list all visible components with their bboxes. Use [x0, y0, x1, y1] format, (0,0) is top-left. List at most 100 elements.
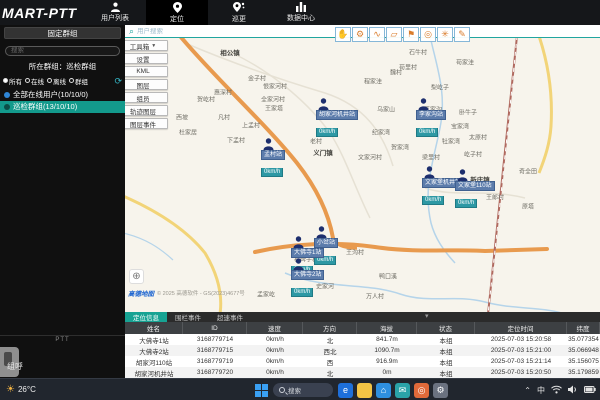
group-label: 巡检群组(13/10/10): [13, 101, 77, 112]
search-icon: ⌕: [129, 27, 134, 36]
menu-item-label: 工具箱: [130, 41, 150, 51]
group-label: 全部在线用户(10/10/0): [13, 89, 88, 100]
radio-icon: [25, 78, 30, 83]
pan-hand-icon[interactable]: ✋: [335, 27, 351, 42]
table-cell: 0km/h: [247, 356, 303, 367]
tab-fence-events[interactable]: 围栏事件: [167, 312, 209, 322]
ptt-panel-label[interactable]: PTT: [0, 337, 125, 343]
tray-chevron-icon[interactable]: ⌃: [524, 386, 531, 395]
filter-radio[interactable]: 在线: [25, 76, 44, 86]
menu-item-2[interactable]: KML: [125, 66, 168, 77]
map-canvas[interactable]: 相公镇石牛村苟家洼苟里村魏村程家洼金子村恨家河村全家河村王家塔惠深村贺屹村乌家山…: [125, 38, 600, 312]
user-marker[interactable]: 文家堡110站0km/h: [455, 169, 495, 209]
place-label: 杜家居: [179, 128, 197, 137]
wifi-icon[interactable]: [551, 385, 562, 396]
marker-speed-label: 0km/h: [455, 199, 477, 208]
menu-item-6[interactable]: 图层事件: [125, 118, 168, 129]
menu-item-5[interactable]: 轨迹图层: [125, 105, 168, 116]
tab-overspeed-events[interactable]: 超速事件: [209, 312, 251, 322]
edge-icon[interactable]: e: [338, 383, 353, 398]
radio-icon: [69, 78, 74, 83]
start-button[interactable]: [255, 384, 268, 397]
group-list-item[interactable]: 巡检群组(13/10/10): [0, 101, 125, 113]
circle-icon[interactable]: ◎: [420, 27, 436, 42]
column-header: 方向: [303, 322, 357, 334]
person-icon: [318, 98, 329, 110]
filter-radio[interactable]: 离线: [47, 76, 66, 86]
menu-item-4[interactable]: 组员: [125, 92, 168, 103]
app-logo: MART-PTT: [0, 5, 84, 21]
tab-label: 数据中心: [287, 13, 315, 23]
tab-user-list[interactable]: 用户列表: [84, 0, 146, 25]
store-icon[interactable]: ⌂: [376, 383, 391, 398]
temperature-label: 26°C: [18, 385, 36, 394]
column-header: 状态: [417, 322, 475, 334]
attribution-text: © 2025 高德软件 - GS(2023)4677号: [157, 289, 245, 297]
refresh-icon[interactable]: ⟳: [114, 77, 122, 85]
menu-item-label: 图层事件: [130, 119, 156, 129]
divider: [0, 335, 125, 336]
gear-icon[interactable]: ⚙: [352, 27, 368, 42]
polyline-icon[interactable]: ∿: [369, 27, 385, 42]
user-marker[interactable]: 孟村站0km/h: [261, 138, 285, 178]
user-marker[interactable]: 李家沟站0km/h: [416, 98, 446, 138]
user-marker[interactable]: 胡家河机井站0km/h: [316, 98, 358, 138]
folder-icon[interactable]: [357, 383, 372, 398]
settings-icon[interactable]: ⚙: [433, 383, 448, 398]
group-list-item[interactable]: 全部在线用户(10/10/0): [0, 89, 125, 101]
table-row[interactable]: 胡家河110站31687797190km/h西916.9m本组2025-07-0…: [125, 356, 600, 367]
main-nav: 用户列表 定位 巡更 数据中心: [84, 0, 332, 25]
bottom-panel: 定位信息 围栏事件 超速事件 ▾ 姓名ID速度方向海拔状态定位时间纬度 大佛寺1…: [125, 312, 600, 378]
sidebar-search-input[interactable]: [5, 46, 120, 56]
chevron-down-icon[interactable]: ▾: [425, 312, 429, 320]
panel-tabs: 定位信息 围栏事件 超速事件 ▾: [125, 312, 600, 322]
table-row[interactable]: 大佛寺2站31687797150km/h西北1090.7m本组2025-07-0…: [125, 345, 600, 356]
fixed-group-header[interactable]: 固定群组: [4, 27, 121, 39]
map-area[interactable]: ⌕: [125, 25, 600, 312]
browser-icon[interactable]: ◎: [414, 383, 429, 398]
place-label: 梨屹子: [431, 83, 449, 92]
menu-item-3[interactable]: 图层: [125, 79, 168, 90]
table-cell: 北: [303, 334, 357, 345]
place-label: 文家河村: [358, 153, 382, 162]
person-icon: [418, 98, 429, 110]
column-header: 定位时间: [475, 322, 567, 334]
weather-widget[interactable]: ☀ 26°C: [0, 384, 36, 395]
measure-icon[interactable]: ✎: [454, 27, 470, 42]
filter-radio[interactable]: 群组: [69, 76, 88, 86]
table-row[interactable]: 大佛寺1站31687797140km/h北841.7m本组2025-07-03 …: [125, 334, 600, 345]
marker-name-label: 大佛寺1站: [291, 248, 324, 258]
tab-data-center[interactable]: 数据中心: [270, 0, 332, 25]
table-cell: 北: [303, 367, 357, 378]
user-marker[interactable]: 大佛寺2站0km/h: [291, 258, 324, 298]
place-label: 宝家湾: [451, 122, 469, 131]
pinned-apps: e ⌂ ✉ ◎ ⚙: [338, 383, 448, 398]
filter-radio[interactable]: 所有: [3, 76, 22, 86]
place-label: 西坡: [176, 113, 188, 122]
flag-icon[interactable]: ⚑: [403, 27, 419, 42]
column-header: 海拔: [357, 322, 417, 334]
menu-item-0[interactable]: 工具箱▼: [125, 40, 168, 51]
table-row[interactable]: 胡家河机井站31687797200km/h北0m本组2025-07-03 15:…: [125, 367, 600, 378]
windows-taskbar: ☀ 26°C 搜索 e ⌂ ✉ ◎ ⚙ ⌃ 中: [0, 378, 600, 400]
table-cell: 916.9m: [357, 356, 417, 367]
volume-icon[interactable]: [568, 385, 578, 396]
cluster-icon[interactable]: ✳: [437, 27, 453, 42]
app-window: MART-PTT 用户列表 定位 巡更: [0, 0, 600, 400]
taskbar-search[interactable]: 搜索: [273, 383, 333, 397]
current-group-label: 所在群组：巡检群组: [0, 61, 125, 72]
tab-location-info[interactable]: 定位信息: [125, 312, 167, 322]
menu-item-1[interactable]: 设置: [125, 53, 168, 64]
place-label: 义门镇: [313, 147, 333, 157]
battery-icon[interactable]: [584, 386, 596, 395]
tab-patrol[interactable]: 巡更: [208, 0, 270, 25]
ime-indicator[interactable]: 中: [537, 385, 545, 396]
marker-name-label: 孟村站: [261, 150, 285, 160]
tab-locate[interactable]: 定位: [146, 0, 208, 25]
mail-icon[interactable]: ✉: [395, 383, 410, 398]
polygon-icon[interactable]: ▱: [386, 27, 402, 42]
table-cell: 35.179859: [567, 367, 600, 378]
locate-control-button[interactable]: ⊕: [129, 269, 144, 284]
place-label: 屹子村: [464, 150, 482, 159]
user-search-input[interactable]: [137, 28, 337, 35]
